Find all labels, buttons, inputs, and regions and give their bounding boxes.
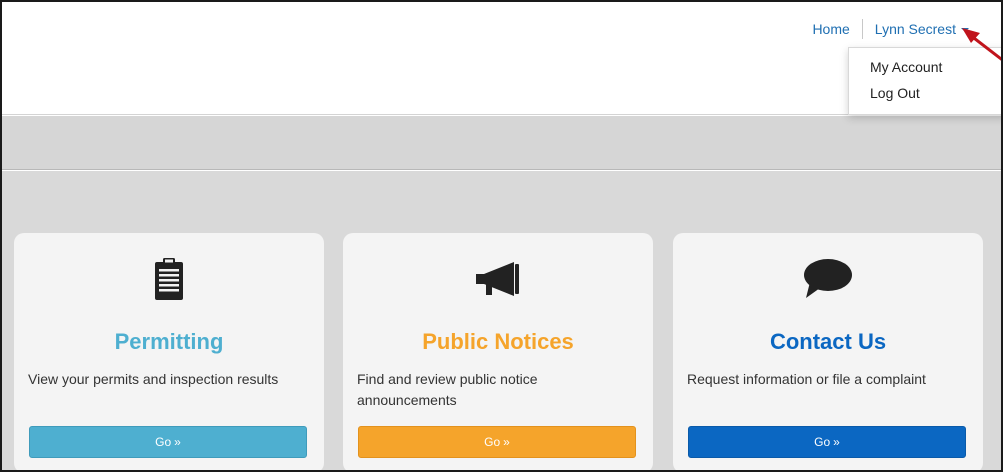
top-navigation: Home Lynn Secrest	[812, 19, 969, 39]
go-button-label: Go	[484, 435, 501, 449]
contact-us-description: Request information or file a complaint	[687, 371, 926, 387]
home-link[interactable]: Home	[812, 21, 861, 37]
contact-us-go-button[interactable]: Go»	[688, 426, 966, 458]
permitting-card: Permitting View your permits and inspect…	[14, 233, 324, 470]
contact-icon-container	[673, 251, 983, 307]
megaphone-icon	[476, 262, 519, 296]
screenshot-frame: Home Lynn Secrest My Account Log Out Per…	[0, 0, 1003, 472]
contact-us-title: Contact Us	[769, 329, 887, 354]
public-notices-card: Public Notices Find and review public no…	[343, 233, 653, 470]
banner-strip	[2, 116, 1001, 170]
permitting-title: Permitting	[114, 329, 224, 354]
public-notices-description: Find and review public notice announceme…	[357, 371, 538, 408]
speech-bubble-icon	[804, 259, 852, 298]
double-chevron-icon: »	[174, 435, 181, 449]
user-menu-toggle[interactable]: Lynn Secrest	[863, 21, 969, 37]
double-chevron-icon: »	[833, 435, 840, 449]
notices-icon-container	[343, 251, 653, 307]
permitting-description: View your permits and inspection results	[28, 371, 279, 387]
go-button-label: Go	[814, 435, 831, 449]
double-chevron-icon: »	[503, 435, 510, 449]
permitting-icon-container	[14, 251, 324, 307]
public-notices-go-button[interactable]: Go»	[358, 426, 636, 458]
user-name: Lynn Secrest	[874, 21, 956, 37]
permitting-go-button[interactable]: Go»	[29, 426, 307, 458]
clipboard-icon	[155, 258, 183, 300]
red-arrow-annotation	[962, 28, 1001, 61]
log-out-menu-item[interactable]: Log Out	[849, 80, 1001, 106]
public-notices-title: Public Notices	[422, 329, 574, 354]
contact-us-card: Contact Us Request information or file a…	[673, 233, 983, 470]
go-button-label: Go	[155, 435, 172, 449]
